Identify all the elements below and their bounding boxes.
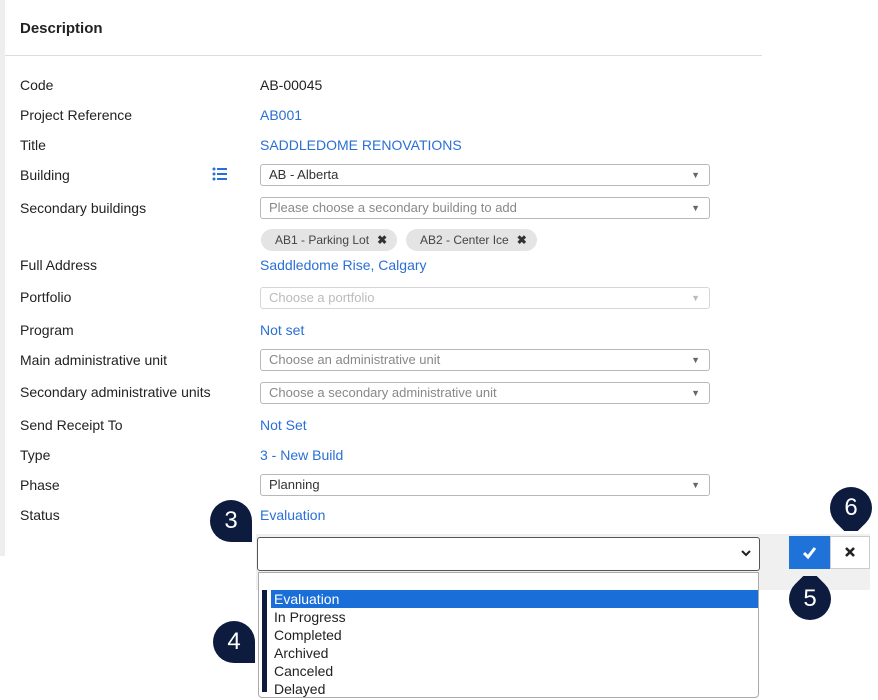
main-admin-unit-select[interactable]: Choose an administrative unit ▼	[260, 349, 710, 371]
secondary-admin-units-placeholder: Choose a secondary administrative unit	[269, 385, 497, 400]
caret-down-icon: ▼	[691, 355, 700, 365]
caret-down-icon: ▼	[691, 388, 700, 398]
check-icon	[802, 547, 817, 560]
secondary-buildings-placeholder: Please choose a secondary building to ad…	[269, 200, 517, 215]
main-admin-unit-placeholder: Choose an administrative unit	[269, 352, 441, 367]
caret-down-icon: ▼	[691, 480, 700, 490]
secondary-building-chip: AB1 - Parking Lot ✖	[261, 229, 398, 251]
callout-bracket	[262, 590, 267, 692]
full-address-label: Full Address	[20, 257, 98, 273]
status-option-canceled[interactable]: Canceled	[271, 662, 758, 680]
secondary-admin-units-label: Secondary administrative units	[20, 384, 211, 400]
secondary-building-chip: AB2 - Center Ice ✖	[406, 229, 537, 251]
status-option-evaluation[interactable]: Evaluation	[271, 590, 758, 608]
status-select[interactable]	[257, 537, 760, 571]
chip-label: AB1 - Parking Lot	[275, 233, 370, 247]
code-value: AB-00045	[260, 77, 323, 93]
status-option-delayed[interactable]: Delayed	[271, 680, 758, 698]
confirm-button[interactable]	[789, 536, 830, 569]
chip-label: AB2 - Center Ice	[420, 233, 509, 247]
program-link[interactable]: Not set	[260, 322, 304, 338]
main-admin-unit-label: Main administrative unit	[20, 352, 168, 368]
building-label: Building	[20, 167, 70, 183]
callout-marker-5: 5	[787, 569, 833, 622]
code-label: Code	[20, 77, 54, 93]
secondary-buildings-select[interactable]: Please choose a secondary building to ad…	[260, 197, 710, 219]
callout-marker-3: 3	[208, 498, 254, 544]
type-link[interactable]: 3 - New Build	[260, 447, 343, 463]
send-receipt-to-link[interactable]: Not Set	[260, 417, 307, 433]
send-receipt-to-label: Send Receipt To	[20, 417, 123, 433]
project-reference-label: Project Reference	[20, 107, 133, 123]
status-option-completed[interactable]: Completed	[271, 626, 758, 644]
title-label: Title	[20, 137, 46, 153]
section-divider	[5, 55, 762, 56]
phase-select-value: Planning	[269, 477, 320, 492]
description-panel	[5, 0, 762, 556]
type-label: Type	[20, 447, 51, 463]
status-options-list: Evaluation In Progress Completed Archive…	[258, 572, 759, 698]
phase-select[interactable]: Planning ▼	[260, 474, 710, 496]
program-label: Program	[20, 322, 74, 338]
caret-down-icon: ▼	[691, 293, 700, 303]
status-option-archived[interactable]: Archived	[271, 644, 758, 662]
phase-label: Phase	[20, 477, 60, 493]
close-icon[interactable]: ✖	[377, 233, 387, 247]
caret-down-icon: ▼	[691, 203, 700, 213]
status-option-in-progress[interactable]: In Progress	[271, 608, 758, 626]
secondary-buildings-label: Secondary buildings	[20, 200, 147, 216]
callout-marker-6: 6	[828, 485, 874, 538]
cancel-button[interactable]	[830, 536, 870, 569]
callout-marker-4: 4	[211, 619, 257, 665]
status-link[interactable]: Evaluation	[260, 507, 325, 523]
portfolio-placeholder: Choose a portfolio	[269, 290, 375, 305]
portfolio-label: Portfolio	[20, 289, 72, 305]
building-select[interactable]: AB - Alberta ▼	[260, 164, 710, 186]
status-label: Status	[20, 507, 60, 523]
caret-down-icon: ▼	[691, 170, 700, 180]
close-icon[interactable]: ✖	[517, 233, 527, 247]
chevron-down-icon	[741, 550, 751, 557]
full-address-link[interactable]: Saddledome Rise, Calgary	[260, 257, 427, 273]
list-icon[interactable]	[212, 167, 228, 181]
project-reference-link[interactable]: AB001	[260, 107, 302, 123]
title-link[interactable]: SADDLEDOME RENOVATIONS	[260, 137, 462, 153]
section-title: Description	[20, 20, 103, 37]
secondary-admin-units-select[interactable]: Choose a secondary administrative unit ▼	[260, 382, 710, 404]
close-icon	[845, 547, 855, 557]
portfolio-select[interactable]: Choose a portfolio ▼	[260, 287, 710, 309]
building-select-value: AB - Alberta	[269, 167, 339, 182]
